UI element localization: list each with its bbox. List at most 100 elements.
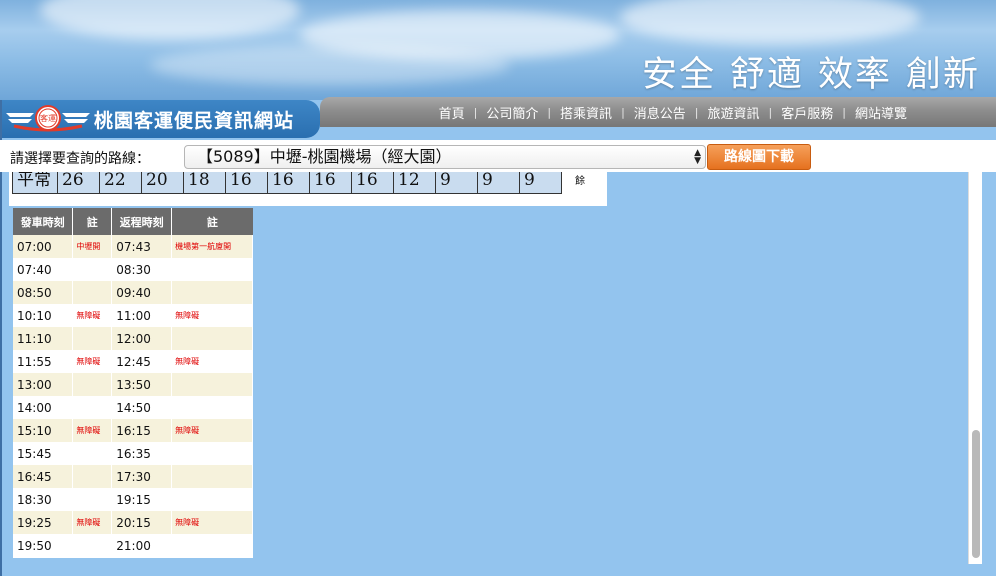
header-depart-time: 發車時刻 [13, 208, 74, 235]
depart-time-cell: 10:10 [13, 304, 74, 327]
count-cell: 16 [309, 172, 351, 193]
depart-time-cell: 15:45 [13, 442, 74, 465]
depart-note-cell: 中壢開 [72, 235, 113, 258]
site-header: 安全 舒適 效率 創新 [0, 0, 996, 100]
timetable-header-row: 發車時刻 註 返程時刻 註 [13, 208, 253, 235]
count-cell: 9 [477, 172, 519, 193]
table-row: 11:55 無障礙 12:45 無障礙 [13, 350, 253, 373]
depart-time-cell: 13:00 [13, 373, 74, 396]
table-row: 07:40 08:30 [13, 258, 253, 281]
table-row: 10:10 無障礙 11:00 無障礙 [13, 304, 253, 327]
depart-note-cell [72, 442, 113, 465]
depart-time-cell: 14:00 [13, 396, 74, 419]
count-cell: 9 [519, 172, 561, 193]
table-row: 18:30 19:15 [13, 488, 253, 511]
route-label: 請選擇要查詢的路線： [10, 151, 150, 167]
return-time-cell: 16:35 [111, 442, 173, 465]
table-row: 11:10 12:00 [13, 327, 253, 350]
return-time-cell: 11:00 [111, 304, 173, 327]
table-row: 16:45 17:30 [13, 465, 253, 488]
slogan-item: 創新 [905, 55, 980, 95]
cloud-decoration [40, 0, 300, 40]
return-note-cell [171, 442, 253, 465]
scrollbar-thumb[interactable] [972, 430, 980, 558]
stop-count-panel: 平常 26 22 20 18 16 16 16 16 12 9 9 9 餘 [9, 172, 607, 206]
count-cell: 20 [141, 172, 183, 193]
timetable: 發車時刻 註 返程時刻 註 07:00 中壢開 07:43 機場第一航廈開 07:40 0… [13, 208, 253, 557]
return-time-cell: 20:15 [111, 511, 173, 534]
depart-note-cell [72, 281, 113, 304]
return-note-cell [171, 534, 253, 557]
return-note-cell: 無障礙 [171, 419, 253, 442]
slogan-item: 效率 [817, 55, 892, 95]
depart-note-cell [72, 327, 113, 350]
route-select[interactable]: 【5089】中壢-桃園機場（經大園） ▲ ▼ [184, 145, 706, 169]
nav-item-home[interactable]: 首頁 [430, 103, 474, 122]
return-note-cell [171, 258, 253, 281]
logo-emblem-text: 客運 [40, 113, 56, 123]
return-note-cell: 機場第一航廈開 [171, 235, 253, 258]
count-cell: 22 [99, 172, 141, 193]
depart-time-cell: 16:45 [13, 465, 74, 488]
depart-note-cell: 無障礙 [72, 511, 113, 534]
depart-note-cell [72, 534, 113, 557]
wing-emblem-icon: 客運 [4, 104, 92, 134]
table-row: 19:50 21:00 [13, 534, 253, 557]
depart-note-cell [72, 373, 113, 396]
nav-item-service[interactable]: 客戶服務 [772, 103, 842, 122]
return-note-cell [171, 373, 253, 396]
strip-tail-text: 餘 [575, 176, 585, 187]
depart-time-cell: 19:25 [13, 511, 74, 534]
cloud-decoration [150, 45, 510, 85]
table-row: 13:00 13:50 [13, 373, 253, 396]
return-time-cell: 12:00 [111, 327, 173, 350]
stop-count-strip: 平常 26 22 20 18 16 16 16 16 12 9 9 9 [12, 172, 562, 194]
return-note-cell [171, 396, 253, 419]
site-logo[interactable]: 客運 桃園客運便民資訊網站 [2, 100, 320, 138]
depart-time-cell: 18:30 [13, 488, 74, 511]
return-time-cell: 16:15 [111, 419, 173, 442]
count-cell: 16 [225, 172, 267, 193]
header-note: 註 [171, 208, 253, 235]
count-cell: 18 [183, 172, 225, 193]
nav-item-news[interactable]: 消息公告 [625, 103, 695, 122]
site-title: 桃園客運便民資訊網站 [94, 109, 295, 132]
depart-time-cell: 15:10 [13, 419, 74, 442]
nav-item-sitemap[interactable]: 網站導覽 [846, 103, 916, 122]
return-note-cell: 無障礙 [171, 304, 253, 327]
return-time-cell: 09:40 [111, 281, 173, 304]
return-time-cell: 21:00 [111, 534, 173, 557]
table-row: 14:00 14:50 [13, 396, 253, 419]
return-time-cell: 14:50 [111, 396, 173, 419]
nav-item-about[interactable]: 公司簡介 [477, 103, 547, 122]
depart-note-cell: 無障礙 [72, 419, 113, 442]
route-select-value: 【5089】中壢-桃園機場（經大園） [197, 147, 452, 166]
header-note: 註 [72, 208, 113, 235]
depart-note-cell [72, 465, 113, 488]
depart-note-cell [72, 488, 113, 511]
count-cell: 平常 [17, 172, 51, 190]
return-note-cell: 無障礙 [171, 511, 253, 534]
depart-time-cell: 11:55 [13, 350, 74, 373]
return-time-cell: 13:50 [111, 373, 173, 396]
updown-arrows-icon: ▲ ▼ [694, 148, 701, 166]
return-time-cell: 08:30 [111, 258, 173, 281]
route-map-download-button[interactable]: 路線圖下載 [707, 144, 811, 170]
timetable-panel: 發車時刻 註 返程時刻 註 07:00 中壢開 07:43 機場第一航廈開 07:40 0… [13, 208, 253, 558]
page-scrollbar[interactable] [968, 172, 982, 564]
return-time-cell: 19:15 [111, 488, 173, 511]
depart-time-cell: 11:10 [13, 327, 74, 350]
depart-time-cell: 07:00 [13, 235, 74, 258]
count-cell: 26 [57, 172, 99, 193]
depart-note-cell: 無障礙 [72, 350, 113, 373]
depart-note-cell [72, 258, 113, 281]
depart-note-cell [72, 396, 113, 419]
header-return-time: 返程時刻 [111, 208, 173, 235]
slogan-item: 舒適 [729, 55, 804, 95]
return-note-cell [171, 327, 253, 350]
table-row: 07:00 中壢開 07:43 機場第一航廈開 [13, 235, 253, 258]
nav-item-travel[interactable]: 旅遊資訊 [699, 103, 769, 122]
nav-item-ride-info[interactable]: 搭乘資訊 [551, 103, 621, 122]
count-cell: 16 [267, 172, 309, 193]
cloud-decoration [620, 0, 920, 45]
